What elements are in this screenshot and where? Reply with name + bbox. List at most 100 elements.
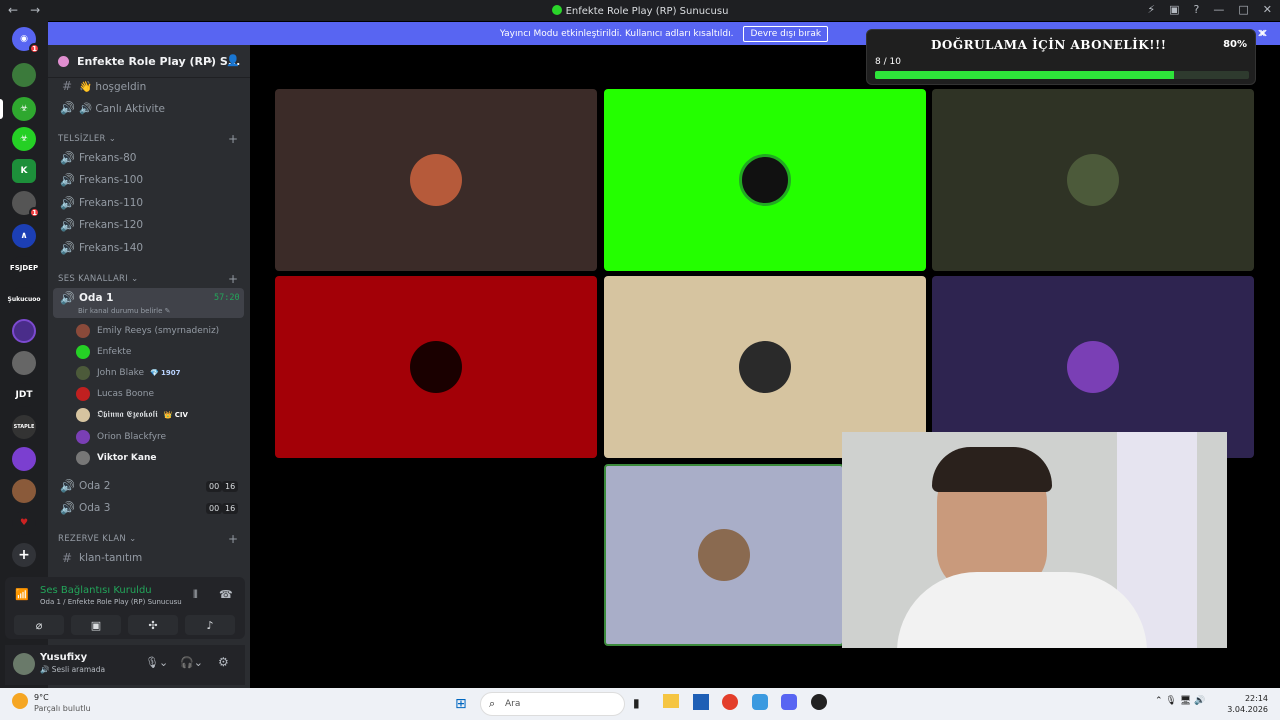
channel-klan-tanitim[interactable]: # klan-tanıtım [56, 548, 244, 568]
add-channel-icon[interactable]: + [228, 132, 238, 146]
close-icon[interactable]: ✕ [1263, 3, 1272, 16]
task-view-icon[interactable]: ▮ [633, 696, 640, 710]
voice-member[interactable]: Orion Blackfyre [76, 427, 166, 447]
webcam-feed [842, 432, 1227, 648]
goal-progress-bar [875, 71, 1249, 79]
voice-sub[interactable]: Oda 1 / Enfekte Role Play (RP) Sunucusu [40, 598, 182, 606]
server-icon-fsjdep[interactable]: FSJDEP [9, 256, 39, 280]
app-icon[interactable] [811, 694, 827, 710]
voice-member[interactable]: Lucas Boone [76, 384, 154, 404]
voice-member[interactable]: 𝕺𝖇𝖎𝖓𝖓𝖆 𝕰𝖟𝖊𝖔𝖐𝖔𝖑𝖎 👑 CIV [76, 405, 188, 425]
server-icon[interactable]: ♥ [12, 511, 36, 535]
maximize-icon[interactable]: □ [1238, 3, 1248, 16]
chrome-icon[interactable] [722, 694, 738, 710]
taskbar-search[interactable]: ⌕ Ara [480, 692, 625, 716]
video-tile[interactable] [275, 276, 597, 458]
avatar[interactable] [13, 653, 35, 675]
inbox-icon[interactable]: ▣ [1169, 3, 1179, 16]
screen-share-button[interactable]: ▣ [71, 615, 121, 635]
server-icon-staple[interactable]: STAPLE [12, 415, 36, 439]
server-icon[interactable] [12, 319, 36, 343]
video-tile[interactable] [932, 276, 1254, 458]
username[interactable]: Yusufixy [40, 652, 87, 663]
voice-member[interactable]: John Blake 💎 1907 [76, 363, 181, 383]
voice-member[interactable]: Viktor Kane [76, 448, 157, 468]
video-tile[interactable] [275, 89, 597, 271]
noise-suppression-icon[interactable]: ⦀ [193, 588, 198, 602]
add-channel-icon[interactable]: + [228, 532, 238, 546]
app-icon[interactable] [752, 694, 768, 710]
server-icon[interactable]: ☣ [12, 127, 36, 151]
voice-member[interactable]: Enfekte [76, 342, 131, 362]
server-icon[interactable]: 1 [12, 191, 40, 218]
invite-icon[interactable]: 👤 [226, 54, 240, 67]
channel-frekans-110[interactable]: 🔊 Frekans-110 [56, 193, 244, 213]
file-explorer-icon[interactable] [663, 694, 679, 708]
avatar [410, 154, 462, 206]
channel-frekans-100[interactable]: 🔊 Frekans-100 [56, 170, 244, 190]
activities-button[interactable]: ✣ [128, 615, 178, 635]
chevron-down-icon[interactable]: ⌄ [206, 55, 214, 66]
add-server-icon[interactable]: + [12, 543, 36, 567]
server-icon[interactable] [12, 351, 36, 375]
video-tile[interactable] [932, 89, 1254, 271]
user-limit: 16 [222, 503, 239, 514]
speaker-icon: 🔊 [60, 218, 75, 232]
avatar [410, 341, 462, 393]
server-icon-jdt[interactable]: JDT [12, 383, 36, 407]
category-ses-kanallari[interactable]: SES KANALLARI ⌄ + [58, 272, 238, 286]
tray-icons[interactable]: ⌃ 🎙 🖥 🔊 [1155, 696, 1205, 706]
avatar [76, 451, 90, 465]
microphone-icon[interactable]: 🎙⌄ [145, 656, 168, 669]
weather-temp[interactable]: 9°C [34, 693, 49, 702]
start-button[interactable]: ⊞ [455, 696, 467, 712]
soundboard-button[interactable]: ♪ [185, 615, 235, 635]
channel-canli-aktivite[interactable]: 🔊 🔊 Canlı Aktivite [56, 98, 244, 118]
server-header[interactable]: Enfekte Role Play (RP) S... ⌄ 👤 [48, 45, 250, 78]
speaker-icon: 🔊 [60, 501, 75, 515]
channel-frekans-120[interactable]: 🔊 Frekans-120 [56, 215, 244, 235]
channel-frekans-80[interactable]: 🔊 Frekans-80 [56, 148, 244, 168]
server-icon[interactable]: ∧ [12, 224, 36, 248]
nitro-icon[interactable]: ⚡ [1147, 3, 1155, 16]
server-icon[interactable] [12, 479, 36, 503]
server-icon-sukucu[interactable]: Şukucuoo [8, 287, 40, 311]
headphones-icon[interactable]: 🎧⌄ [180, 656, 203, 669]
overlay-close-icon[interactable]: ✕ [1257, 27, 1266, 40]
server-logo-icon [551, 5, 562, 15]
disconnect-icon[interactable]: ☎ [219, 588, 233, 601]
video-tile[interactable] [604, 276, 926, 458]
store-icon[interactable] [693, 694, 709, 710]
clock-time[interactable]: 22:14 [1238, 694, 1268, 703]
avatar [76, 387, 90, 401]
channel-hosgeldin[interactable]: # 👋 hoşgeldin [56, 76, 244, 96]
user-count: 00 [206, 503, 223, 514]
video-tile-speaking[interactable] [604, 464, 844, 646]
server-icon-enfekte[interactable]: ☣ [12, 97, 36, 121]
clock-date[interactable]: 3.04.2026 [1226, 705, 1268, 714]
camera-off-button[interactable]: ⌀ [14, 615, 64, 635]
user-status: 🔊 Sesli aramada [40, 665, 106, 674]
biohazard-icon [739, 154, 791, 206]
help-icon[interactable]: ? [1194, 3, 1200, 16]
settings-gear-icon[interactable]: ⚙ [218, 655, 229, 669]
server-icon-k[interactable]: K [12, 159, 36, 183]
weather-text[interactable]: Parçalı bulutlu [34, 704, 91, 713]
home-button[interactable]: ◉ 1 [12, 27, 40, 54]
video-tile[interactable] [604, 89, 926, 271]
voice-status[interactable]: Ses Bağlantısı Kuruldu [40, 585, 152, 596]
category-telsizler[interactable]: TELSİZLER ⌄ + [58, 132, 238, 146]
server-icon[interactable] [12, 63, 36, 87]
channel-frekans-140[interactable]: 🔊 Frekans-140 [56, 238, 244, 258]
window-title: Enfekte Role Play (RP) Sunucusu [0, 5, 1280, 17]
category-rezerve-klan[interactable]: REZERVE KLAN ⌄ + [58, 532, 238, 546]
avatar [698, 529, 750, 581]
minimize-icon[interactable]: — [1213, 3, 1224, 16]
server-icon[interactable] [12, 447, 36, 471]
weather-icon[interactable] [12, 693, 28, 709]
voice-member[interactable]: Emily Reeys (smyrnadeniz) [76, 321, 219, 341]
disable-streamer-mode-button[interactable]: Devre dışı bırak [743, 25, 829, 42]
add-channel-icon[interactable]: + [228, 272, 238, 286]
channel-status[interactable]: Bir kanal durumu belirle ✎ [78, 307, 171, 315]
discord-icon[interactable] [781, 694, 797, 710]
